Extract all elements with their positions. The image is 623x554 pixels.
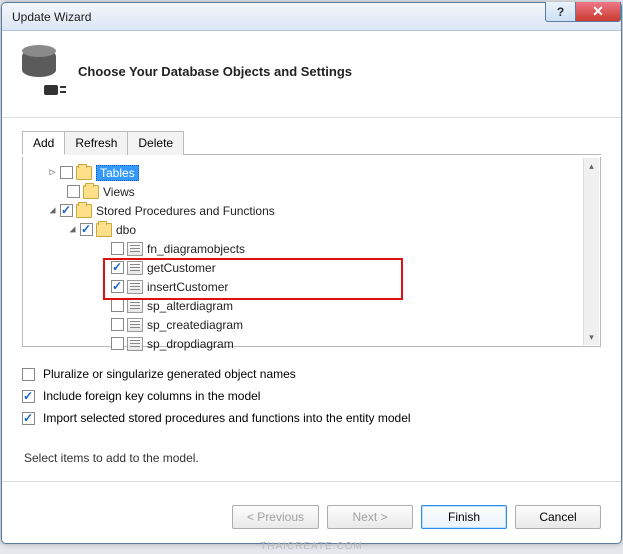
tree-label: getCustomer <box>147 261 216 275</box>
titlebar[interactable]: Update Wizard ? ✕ <box>2 3 621 31</box>
checkbox[interactable] <box>111 318 124 331</box>
checkbox[interactable] <box>22 390 35 403</box>
procedure-icon <box>127 299 143 313</box>
tree-node-tables[interactable]: ▷ Tables <box>27 163 596 182</box>
checkbox[interactable] <box>111 299 124 312</box>
option-importprocs[interactable]: Import selected stored procedures and fu… <box>22 411 601 425</box>
tab-delete[interactable]: Delete <box>127 131 184 155</box>
tree-node-sp-dropdiagram[interactable]: sp_dropdiagram <box>27 334 596 353</box>
expander-icon[interactable]: ◢ <box>47 205 58 216</box>
checkbox[interactable] <box>111 242 124 255</box>
checkbox[interactable] <box>22 412 35 425</box>
tree-label: sp_dropdiagram <box>147 337 234 351</box>
option-label: Pluralize or singularize generated objec… <box>43 367 296 381</box>
tree-panel: ▷ Tables Views ◢ Stored Procedures and F… <box>22 157 601 347</box>
tab-strip: Add Refresh Delete <box>22 130 601 155</box>
tree-label: dbo <box>116 223 136 237</box>
previous-button: < Previous <box>232 505 319 529</box>
folder-icon <box>76 204 92 218</box>
tree-node-insertcustomer[interactable]: insertCustomer <box>27 277 596 296</box>
tab-add[interactable]: Add <box>22 131 65 155</box>
page-title: Choose Your Database Objects and Setting… <box>78 64 352 79</box>
option-pluralize[interactable]: Pluralize or singularize generated objec… <box>22 367 601 381</box>
footer: < Previous Next > Finish Cancel <box>2 493 621 543</box>
body: Add Refresh Delete ▷ Tables Views ◢ <box>2 118 621 493</box>
checkbox[interactable] <box>111 337 124 350</box>
help-button[interactable]: ? <box>545 2 575 22</box>
header: Choose Your Database Objects and Setting… <box>2 31 621 118</box>
tree-node-fn-diagramobjects[interactable]: fn_diagramobjects <box>27 239 596 258</box>
option-label: Import selected stored procedures and fu… <box>43 411 411 425</box>
tree-label: Tables <box>96 165 139 181</box>
options-group: Pluralize or singularize generated objec… <box>22 359 601 433</box>
tree-label: fn_diagramobjects <box>147 242 245 256</box>
folder-icon <box>76 166 92 180</box>
window-title: Update Wizard <box>12 10 91 24</box>
cancel-button[interactable]: Cancel <box>515 505 601 529</box>
tab-refresh[interactable]: Refresh <box>64 131 128 155</box>
folder-icon <box>83 185 99 199</box>
tree-node-sprocs[interactable]: ◢ Stored Procedures and Functions <box>27 201 596 220</box>
checkbox[interactable] <box>80 223 93 236</box>
checkbox[interactable] <box>111 280 124 293</box>
checkbox[interactable] <box>67 185 80 198</box>
checkbox[interactable] <box>111 261 124 274</box>
update-wizard-dialog: ⬚ Update Wizard ? ✕ Choose Your Database… <box>1 2 622 544</box>
tree-label: insertCustomer <box>147 280 228 294</box>
close-button[interactable]: ✕ <box>575 2 621 22</box>
expander-icon[interactable]: ▷ <box>47 167 58 178</box>
folder-icon <box>96 223 112 237</box>
checkbox[interactable] <box>60 166 73 179</box>
procedure-icon <box>127 280 143 294</box>
watermark: THAICREATE.COM <box>260 541 363 552</box>
tree-node-getcustomer[interactable]: getCustomer <box>27 258 596 277</box>
checkbox[interactable] <box>22 368 35 381</box>
database-icon <box>22 49 60 93</box>
tree-label: Stored Procedures and Functions <box>96 204 275 218</box>
tree-node-dbo[interactable]: ◢ dbo <box>27 220 596 239</box>
hint-text: Select items to add to the model. <box>24 451 601 465</box>
tree-label: sp_alterdiagram <box>147 299 233 313</box>
tree-node-views[interactable]: Views <box>27 182 596 201</box>
procedure-icon <box>127 318 143 332</box>
tree-node-sp-alterdiagram[interactable]: sp_alterdiagram <box>27 296 596 315</box>
tree-node-sp-creatediagram[interactable]: sp_creatediagram <box>27 315 596 334</box>
window-buttons: ? ✕ <box>545 2 621 22</box>
checkbox[interactable] <box>60 204 73 217</box>
expander-icon[interactable]: ◢ <box>67 224 78 235</box>
option-label: Include foreign key columns in the model <box>43 389 260 403</box>
procedure-icon <box>127 337 143 351</box>
scroll-up-icon[interactable]: ▴ <box>584 158 599 174</box>
object-tree: ▷ Tables Views ◢ Stored Procedures and F… <box>27 163 596 353</box>
next-button: Next > <box>327 505 413 529</box>
tree-label: Views <box>103 185 135 199</box>
procedure-icon <box>127 242 143 256</box>
scroll-down-icon[interactable]: ▾ <box>584 329 599 345</box>
vertical-scrollbar[interactable]: ▴ ▾ <box>583 158 599 345</box>
procedure-icon <box>127 261 143 275</box>
option-fkcols[interactable]: Include foreign key columns in the model <box>22 389 601 403</box>
finish-button[interactable]: Finish <box>421 505 507 529</box>
divider <box>2 481 621 482</box>
tree-label: sp_creatediagram <box>147 318 243 332</box>
